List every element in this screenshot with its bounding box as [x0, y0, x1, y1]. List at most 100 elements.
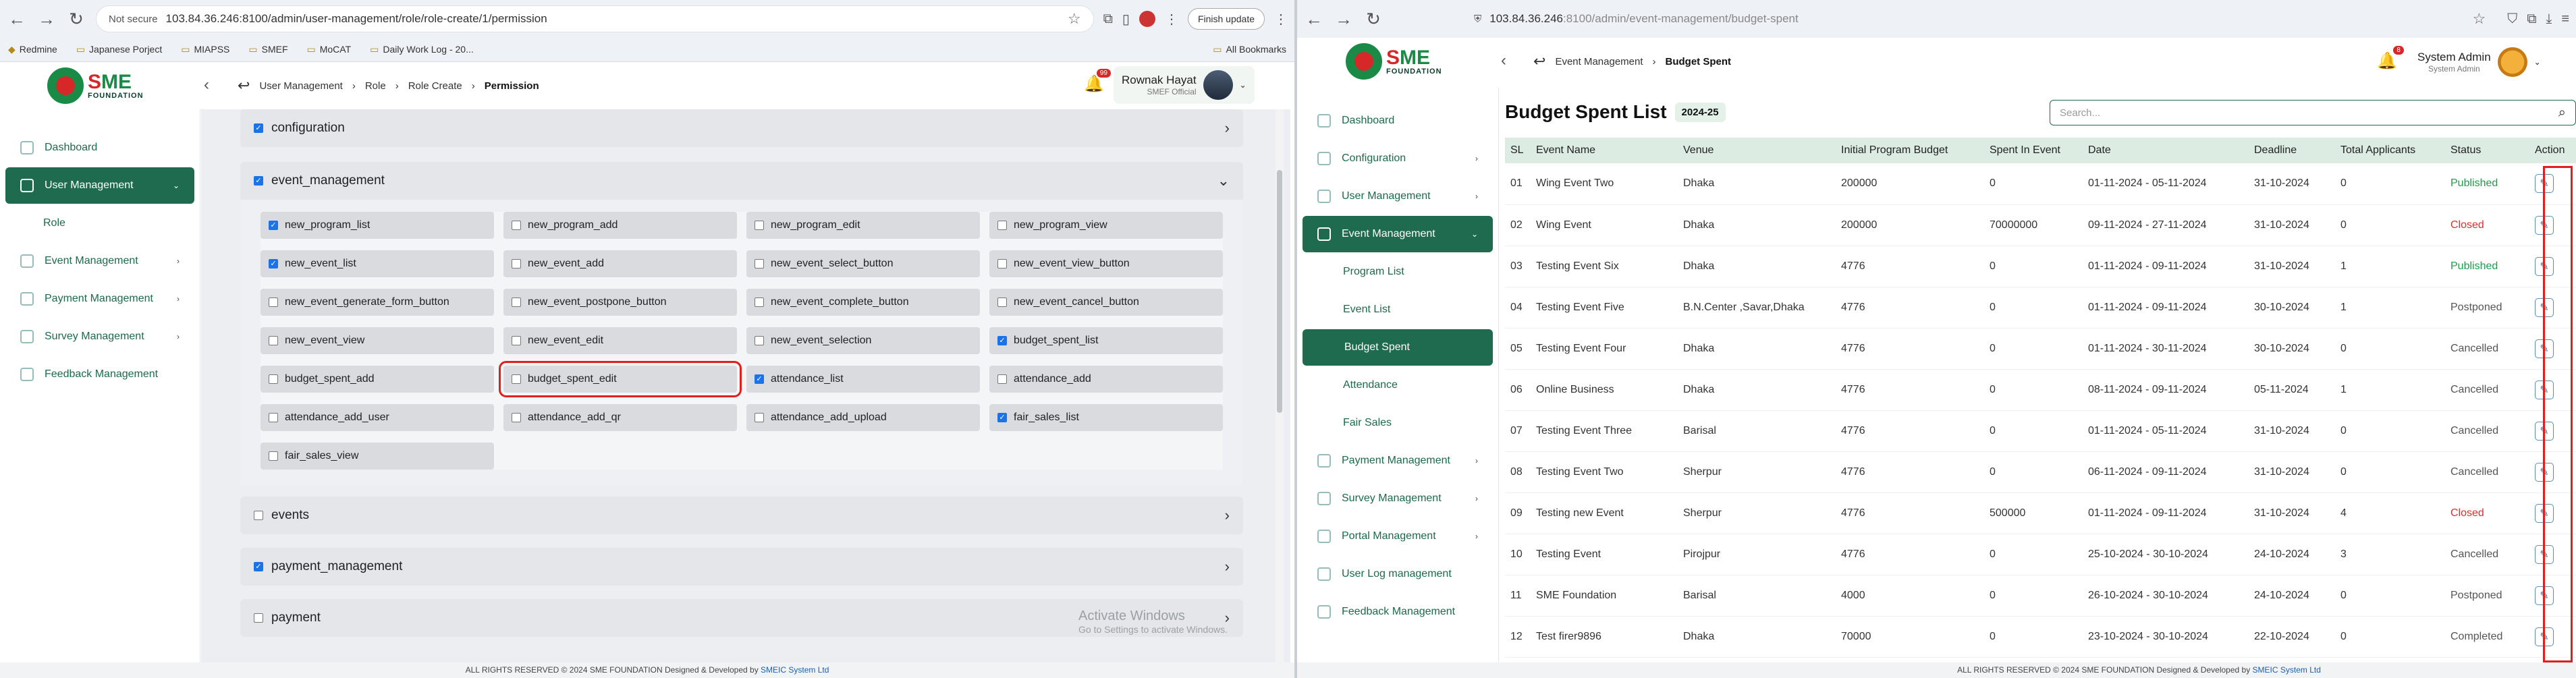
- address-bar[interactable]: Not secure 103.84.36.246:8100/admin/user…: [96, 5, 1094, 32]
- breadcrumb-item[interactable]: Event Management: [1555, 56, 1643, 67]
- permission-item[interactable]: ✓ new_program_list: [261, 212, 494, 239]
- sidebar-item-user-management[interactable]: User Management ⌄: [5, 167, 194, 204]
- breadcrumb-item[interactable]: Role Create: [408, 80, 462, 92]
- bookmark-item[interactable]: ▭ MoCAT: [307, 44, 352, 55]
- sidebar-item-payment-management[interactable]: Payment Management ›: [1303, 443, 1493, 479]
- chevron-right-icon[interactable]: ›: [1225, 119, 1230, 137]
- bookmark-item[interactable]: ▭ SMEF: [248, 44, 287, 55]
- chevron-down-icon[interactable]: ⌄: [1217, 172, 1230, 190]
- permission-checkbox[interactable]: [269, 298, 278, 307]
- permission-checkbox[interactable]: [512, 336, 521, 345]
- chevron-right-icon[interactable]: ›: [1225, 558, 1230, 575]
- permission-checkbox[interactable]: ✓: [269, 259, 278, 269]
- sidebar-item-event-management[interactable]: Event Management ›: [5, 243, 194, 279]
- sidebar-item-program-list[interactable]: Program List: [1303, 254, 1493, 290]
- permission-section[interactable]: ✓ payment_management ›: [240, 548, 1243, 586]
- permission-item[interactable]: budget_spent_edit: [499, 361, 742, 397]
- vertical-scrollbar[interactable]: [1276, 109, 1284, 662]
- permission-item[interactable]: budget_spent_add: [261, 366, 494, 393]
- search-input[interactable]: Search... ⌕: [2050, 100, 2576, 125]
- download-icon[interactable]: ⤓: [2546, 11, 2552, 27]
- reload-icon[interactable]: ↻: [1363, 9, 1383, 30]
- bookmark-item[interactable]: ▭ Japanese Porject: [76, 44, 162, 55]
- permission-item[interactable]: ✓ new_event_list: [261, 250, 494, 277]
- permission-item[interactable]: new_event_generate_form_button: [261, 289, 494, 316]
- bookmark-item[interactable]: ◆ Redmine: [8, 44, 57, 55]
- sidebar-item-payment-management[interactable]: Payment Management ›: [5, 281, 194, 317]
- permission-checkbox[interactable]: [512, 259, 521, 269]
- profile-avatar[interactable]: [1139, 11, 1155, 27]
- sidebar-item-attendance[interactable]: Attendance: [1303, 367, 1493, 403]
- permission-item[interactable]: new_event_complete_button: [746, 289, 980, 316]
- permission-item[interactable]: new_program_view: [989, 212, 1223, 239]
- more-icon[interactable]: ⋮: [1274, 11, 1288, 28]
- user-menu[interactable]: System Admin System Admin ⌄: [2409, 43, 2549, 81]
- sme-logo[interactable]: SME FOUNDATION: [1346, 43, 1442, 80]
- permission-checkbox[interactable]: [269, 413, 278, 422]
- permission-checkbox[interactable]: [512, 298, 521, 307]
- notification-bell-icon[interactable]: 🔔 8: [2377, 46, 2404, 71]
- permission-item[interactable]: attendance_add: [989, 366, 1223, 393]
- menu-icon[interactable]: ≡: [2561, 11, 2569, 27]
- collapse-sidebar-icon[interactable]: ‹: [204, 76, 209, 94]
- permission-item[interactable]: ✓ attendance_list: [746, 366, 980, 393]
- permission-checkbox[interactable]: [997, 298, 1007, 307]
- back-icon[interactable]: ←: [1304, 9, 1324, 30]
- permission-item[interactable]: fair_sales_view: [261, 443, 494, 470]
- sidebar-item-user-log-management[interactable]: User Log management: [1303, 556, 1493, 592]
- chevron-right-icon[interactable]: ›: [1225, 507, 1230, 524]
- permission-item[interactable]: attendance_add_user: [261, 404, 494, 431]
- sidebar-item-portal-management[interactable]: Portal Management ›: [1303, 518, 1493, 555]
- finish-update-button[interactable]: Finish update: [1187, 8, 1265, 30]
- breadcrumb-item[interactable]: Role: [365, 80, 386, 92]
- permission-item[interactable]: new_event_select_button: [746, 250, 980, 277]
- permission-checkbox[interactable]: [755, 413, 764, 422]
- sidebar-item-dashboard[interactable]: Dashboard: [5, 130, 194, 166]
- permission-checkbox[interactable]: [755, 298, 764, 307]
- bookmark-star-icon[interactable]: ☆: [1068, 10, 1081, 28]
- permission-checkbox[interactable]: [269, 451, 278, 461]
- bookmark-star-icon[interactable]: ☆: [2472, 10, 2486, 28]
- sidebar-item-event-management[interactable]: Event Management ⌄: [1303, 216, 1493, 252]
- permission-checkbox[interactable]: [997, 221, 1007, 230]
- sidebar-item-budget-spent[interactable]: Budget Spent: [1303, 329, 1493, 366]
- permission-checkbox[interactable]: [755, 336, 764, 345]
- sidebar-item-dashboard[interactable]: Dashboard: [1303, 103, 1493, 139]
- extensions-icon[interactable]: ⧉: [1103, 11, 1113, 27]
- sidebar-item-feedback-management[interactable]: Feedback Management: [1303, 594, 1493, 630]
- back-icon[interactable]: ←: [7, 9, 27, 30]
- sidebar-item-survey-management[interactable]: Survey Management ›: [5, 318, 194, 355]
- permission-item[interactable]: new_event_postpone_button: [503, 289, 737, 316]
- permission-item[interactable]: new_event_cancel_button: [989, 289, 1223, 316]
- sme-logo[interactable]: SME FOUNDATION: [47, 67, 144, 104]
- permission-checkbox[interactable]: [269, 374, 278, 384]
- sidebar-item-role[interactable]: Role: [5, 205, 194, 242]
- extensions-icon[interactable]: ⧉: [2527, 11, 2536, 27]
- section-checkbox[interactable]: ✓: [254, 123, 263, 133]
- forward-icon[interactable]: →: [1334, 9, 1354, 30]
- sidebar-item-configuration[interactable]: Configuration ›: [1303, 140, 1493, 177]
- section-checkbox[interactable]: ✓: [254, 562, 263, 571]
- footer-link[interactable]: SMEIC System Ltd: [761, 665, 829, 675]
- permission-checkbox[interactable]: [512, 374, 521, 384]
- permission-checkbox[interactable]: [755, 259, 764, 269]
- permission-item[interactable]: new_event_edit: [503, 327, 737, 354]
- notification-bell-icon[interactable]: 🔔 99: [1084, 69, 1111, 94]
- permission-section[interactable]: events ›: [240, 497, 1243, 534]
- permission-checkbox[interactable]: [997, 374, 1007, 384]
- permission-checkbox[interactable]: [269, 336, 278, 345]
- sidebar-item-survey-management[interactable]: Survey Management ›: [1303, 480, 1493, 517]
- permission-item[interactable]: attendance_add_upload: [746, 404, 980, 431]
- breadcrumb-item[interactable]: User Management: [259, 80, 342, 92]
- permission-item[interactable]: ✓ fair_sales_list: [989, 404, 1223, 431]
- permission-item[interactable]: attendance_add_qr: [503, 404, 737, 431]
- permission-checkbox[interactable]: ✓: [997, 336, 1007, 345]
- menu-dots-icon[interactable]: ⋮: [1165, 11, 1178, 28]
- site-info-icon[interactable]: ⛨: [1474, 13, 1481, 25]
- sidepanel-icon[interactable]: ▯: [1122, 11, 1130, 28]
- permission-checkbox[interactable]: ✓: [755, 374, 764, 384]
- permission-checkbox[interactable]: [512, 413, 521, 422]
- scrollbar-thumb[interactable]: [1277, 170, 1282, 413]
- permission-checkbox[interactable]: ✓: [997, 413, 1007, 422]
- forward-icon[interactable]: →: [36, 9, 57, 30]
